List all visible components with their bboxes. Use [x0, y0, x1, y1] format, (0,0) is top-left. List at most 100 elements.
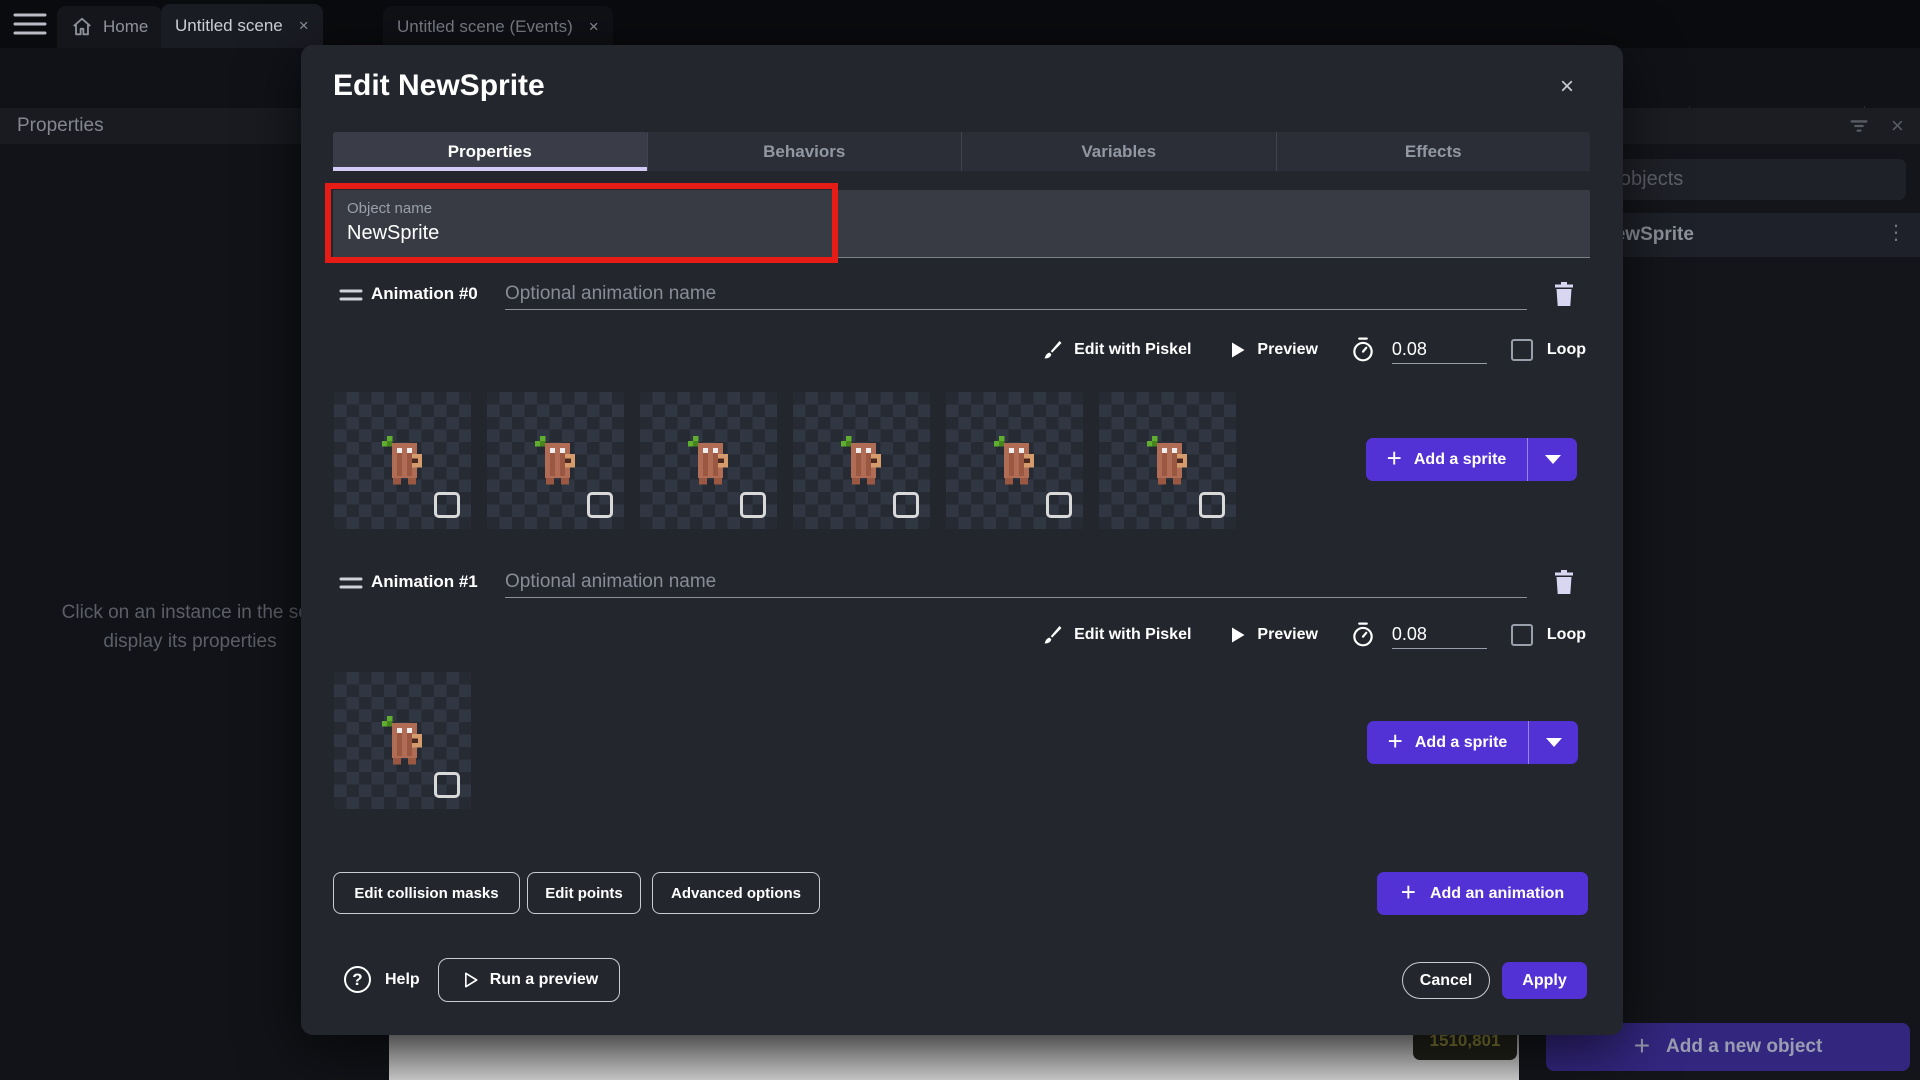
run-a-preview-button[interactable]: Run a preview [438, 958, 620, 1002]
pig-sprite-image [984, 428, 1044, 488]
frame-checkbox[interactable] [434, 492, 460, 518]
loop-checkbox[interactable] [1511, 339, 1533, 361]
run-a-preview-label: Run a preview [490, 971, 598, 989]
tab-untitled-scene-events[interactable]: Untitled scene (Events) × [383, 6, 613, 48]
add-animation-button[interactable]: + Add an animation [1377, 872, 1588, 915]
animation-1-name-input[interactable] [505, 566, 1527, 598]
brush-icon [1040, 338, 1064, 362]
tab-properties[interactable]: Properties [333, 132, 647, 171]
stopwatch-icon [1350, 622, 1376, 648]
frame-checkbox[interactable] [893, 492, 919, 518]
animation-1-label: Animation #1 [371, 572, 478, 592]
gdevelop-app: Home Untitled scene × Untitled scene (Ev… [0, 0, 1920, 1080]
tab-scene-close-icon[interactable]: × [293, 16, 309, 36]
advanced-options-button[interactable]: Advanced options [652, 872, 820, 914]
sprite-frame-thumbnail[interactable] [334, 392, 471, 529]
dialog-title: Edit NewSprite [333, 69, 545, 103]
sprite-frame-thumbnail[interactable] [640, 392, 777, 529]
loop-checkbox[interactable] [1511, 624, 1533, 646]
loop-label: Loop [1547, 626, 1586, 644]
tab-behaviors[interactable]: Behaviors [647, 132, 962, 171]
plus-icon: + [1387, 443, 1402, 474]
pig-sprite-image [372, 428, 432, 488]
tab-home-label: Home [103, 17, 148, 37]
time-between-frames-input[interactable] [1392, 621, 1487, 649]
play-icon [1227, 625, 1247, 645]
add-new-object-label: Add a new object [1666, 1036, 1822, 1058]
tab-events-label: Untitled scene (Events) [397, 17, 573, 37]
animation-0-frames [334, 392, 1236, 529]
help-icon: ? [344, 966, 371, 993]
tab-events-close-icon[interactable]: × [583, 17, 599, 37]
add-sprite-dropdown-1[interactable] [1528, 721, 1578, 764]
plus-icon: + [1401, 877, 1416, 908]
sprite-frame-thumbnail[interactable] [1099, 392, 1236, 529]
add-sprite-button-1: + Add a sprite [1367, 721, 1578, 764]
object-name-input[interactable] [347, 222, 1447, 245]
add-sprite-main-1[interactable]: + Add a sprite [1367, 721, 1528, 764]
play-icon [1227, 340, 1247, 360]
close-panel-icon[interactable]: × [1891, 113, 1904, 139]
edit-with-piskel-button[interactable]: Edit with Piskel [1074, 341, 1191, 359]
tab-variables[interactable]: Variables [961, 132, 1276, 171]
animation-0-name-input[interactable] [505, 278, 1527, 310]
top-bar: Home Untitled scene × Untitled scene (Ev… [0, 0, 1920, 48]
delete-animation-0-icon[interactable] [1552, 280, 1576, 308]
help-button[interactable]: ? Help [344, 966, 420, 993]
frame-checkbox[interactable] [434, 772, 460, 798]
dialog-close-icon[interactable]: × [1551, 71, 1583, 103]
object-name-field[interactable]: Object name [333, 190, 1590, 258]
animation-1-controls: Edit with Piskel Preview Loop [1040, 618, 1586, 652]
pig-sprite-image [1137, 428, 1197, 488]
frame-checkbox[interactable] [1199, 492, 1225, 518]
drag-handle-icon[interactable] [339, 576, 363, 590]
tab-scene-label: Untitled scene [175, 16, 283, 36]
drag-handle-icon[interactable] [339, 288, 363, 302]
play-outline-icon [460, 970, 480, 990]
animation-0-label: Animation #0 [371, 284, 478, 304]
add-sprite-label: Add a sprite [1415, 734, 1507, 752]
delete-animation-1-icon[interactable] [1552, 568, 1576, 596]
edit-points-button[interactable]: Edit points [527, 872, 641, 914]
sprite-frame-thumbnail[interactable] [487, 392, 624, 529]
plus-icon: + [1634, 1030, 1650, 1062]
apply-button[interactable]: Apply [1502, 962, 1587, 999]
tab-home[interactable]: Home [57, 6, 162, 48]
sprite-frame-thumbnail[interactable] [793, 392, 930, 529]
edit-collision-masks-button[interactable]: Edit collision masks [333, 872, 520, 914]
add-sprite-label: Add a sprite [1414, 451, 1506, 469]
edit-with-piskel-button[interactable]: Edit with Piskel [1074, 626, 1191, 644]
frame-checkbox[interactable] [740, 492, 766, 518]
cancel-button[interactable]: Cancel [1402, 962, 1490, 999]
add-sprite-main-0[interactable]: + Add a sprite [1366, 438, 1527, 481]
animation-1-frames [334, 672, 471, 809]
frame-checkbox[interactable] [587, 492, 613, 518]
animation-1-header: Animation #1 [333, 566, 1590, 602]
tab-effects[interactable]: Effects [1276, 132, 1591, 171]
object-menu-icon[interactable]: ⋮ [1886, 220, 1906, 245]
sprite-frame-thumbnail[interactable] [334, 672, 471, 809]
animation-0-controls: Edit with Piskel Preview Loop [1040, 333, 1586, 367]
preview-button[interactable]: Preview [1257, 626, 1317, 644]
pig-sprite-image [678, 428, 738, 488]
object-name-field-label: Object name [347, 200, 432, 217]
dialog-tab-bar: Properties Behaviors Variables Effects [333, 132, 1590, 171]
add-sprite-dropdown-0[interactable] [1527, 438, 1577, 481]
filter-icon[interactable] [1848, 115, 1870, 137]
apply-label: Apply [1522, 972, 1566, 990]
loop-label: Loop [1547, 341, 1586, 359]
plus-icon: + [1388, 726, 1403, 757]
hamburger-menu-icon[interactable] [13, 12, 47, 36]
pig-sprite-image [372, 708, 432, 768]
tab-untitled-scene[interactable]: Untitled scene × [161, 4, 323, 48]
frame-checkbox[interactable] [1046, 492, 1072, 518]
home-icon [71, 16, 93, 38]
help-label: Help [385, 971, 420, 989]
time-between-frames-input[interactable] [1392, 336, 1487, 364]
pig-sprite-image [831, 428, 891, 488]
preview-button[interactable]: Preview [1257, 341, 1317, 359]
chevron-down-icon [1545, 455, 1561, 464]
sprite-frame-thumbnail[interactable] [946, 392, 1083, 529]
add-animation-label: Add an animation [1430, 885, 1564, 903]
pig-sprite-image [525, 428, 585, 488]
